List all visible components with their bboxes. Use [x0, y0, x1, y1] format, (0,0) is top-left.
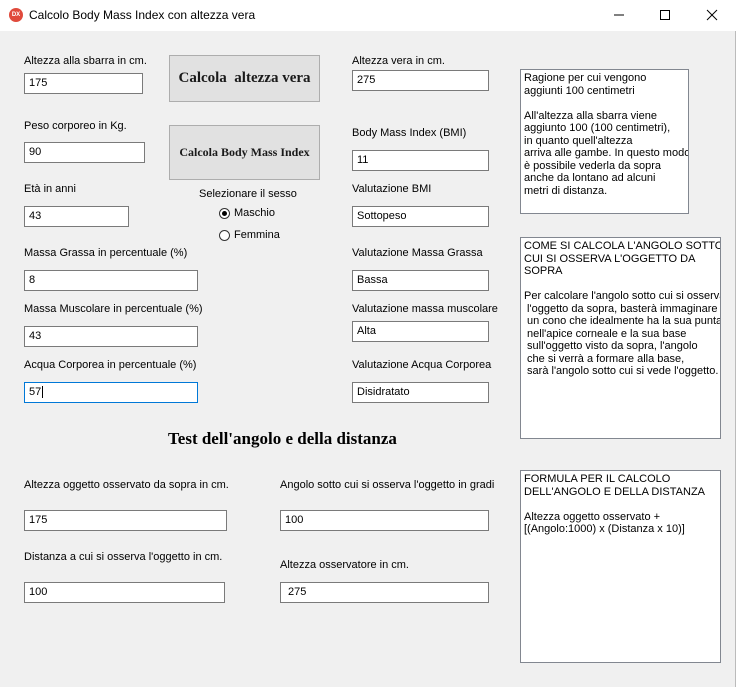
valutazione-bmi-field[interactable]: Sottopeso [352, 206, 489, 227]
app-icon: DX [9, 8, 23, 22]
angolo-label: Angolo sotto cui si osserva l'oggetto in… [280, 479, 495, 491]
calcola-bmi-button[interactable]: Calcola Body Mass Index [169, 125, 320, 180]
valutazione-grassa-label: Valutazione Massa Grassa [352, 247, 483, 259]
note-ragione-memo[interactable]: Ragione per cui vengono aggiunti 100 cen… [520, 69, 689, 214]
altezza-sbarra-field[interactable]: 175 [24, 73, 143, 94]
text-caret [42, 386, 44, 399]
maximize-icon [660, 10, 670, 20]
altezza-osservatore-label: Altezza osservatore in cm. [280, 559, 409, 571]
massa-muscolare-field[interactable]: 43 [24, 326, 198, 347]
note-formula-memo[interactable]: FORMULA PER IL CALCOLO DELL'ANGOLO E DEL… [520, 470, 721, 663]
maximize-button[interactable] [642, 0, 688, 31]
minimize-icon [614, 14, 624, 16]
radio-maschio-label: Maschio [234, 207, 275, 219]
close-icon [706, 9, 718, 21]
altezza-vera-label: Altezza vera in cm. [352, 55, 445, 67]
altezza-oggetto-label: Altezza oggetto osservato da sopra in cm… [24, 479, 229, 491]
window-title: Calcolo Body Mass Index con altezza vera [29, 8, 256, 22]
acqua-field[interactable]: 57 [24, 382, 198, 403]
acqua-label: Acqua Corporea in percentuale (%) [24, 359, 197, 371]
radio-femmina-indicator [219, 229, 230, 241]
eta-label: Età in anni [24, 183, 76, 195]
radio-femmina[interactable]: Femmina [219, 229, 280, 241]
altezza-oggetto-field[interactable]: 175 [24, 510, 227, 531]
note-angolo-memo[interactable]: COME SI CALCOLA L'ANGOLO SOTTO CUI SI OS… [520, 237, 721, 439]
radio-maschio[interactable]: Maschio [219, 207, 275, 219]
eta-field[interactable]: 43 [24, 206, 129, 227]
bmi-field[interactable]: 11 [352, 150, 489, 171]
massa-muscolare-label: Massa Muscolare in percentuale (%) [24, 303, 203, 315]
calcola-altezza-vera-button[interactable]: Calcola altezza vera [169, 55, 320, 102]
valutazione-muscolare-label: Valutazione massa muscolare [352, 303, 498, 315]
altezza-osservatore-field[interactable]: 275 [280, 582, 489, 603]
massa-grassa-label: Massa Grassa in percentuale (%) [24, 247, 188, 259]
sesso-label: Selezionare il sesso [199, 188, 297, 200]
valutazione-grassa-field[interactable]: Bassa [352, 270, 489, 291]
test-section-title: Test dell'angolo e della distanza [168, 429, 397, 448]
valutazione-bmi-label: Valutazione BMI [352, 183, 432, 195]
title-bar: DX Calcolo Body Mass Index con altezza v… [0, 0, 736, 31]
distanza-label: Distanza a cui si osserva l'oggetto in c… [24, 551, 223, 563]
acqua-value: 57 [29, 386, 42, 398]
radio-maschio-indicator [219, 207, 230, 219]
massa-grassa-field[interactable]: 8 [24, 270, 198, 291]
radio-femmina-label: Femmina [234, 229, 280, 241]
peso-field[interactable]: 90 [24, 142, 145, 163]
close-button[interactable] [689, 0, 735, 31]
valutazione-acqua-field[interactable]: Disidratato [352, 382, 489, 403]
angolo-field[interactable]: 100 [280, 510, 489, 531]
bmi-label: Body Mass Index (BMI) [352, 127, 467, 139]
altezza-sbarra-label: Altezza alla sbarra in cm. [24, 55, 147, 67]
minimize-button[interactable] [596, 0, 642, 31]
distanza-field[interactable]: 100 [24, 582, 225, 603]
valutazione-muscolare-field[interactable]: Alta [352, 321, 489, 342]
valutazione-acqua-label: Valutazione Acqua Corporea [352, 359, 492, 371]
peso-label: Peso corporeo in Kg. [24, 120, 127, 132]
altezza-vera-field[interactable]: 275 [352, 70, 489, 91]
